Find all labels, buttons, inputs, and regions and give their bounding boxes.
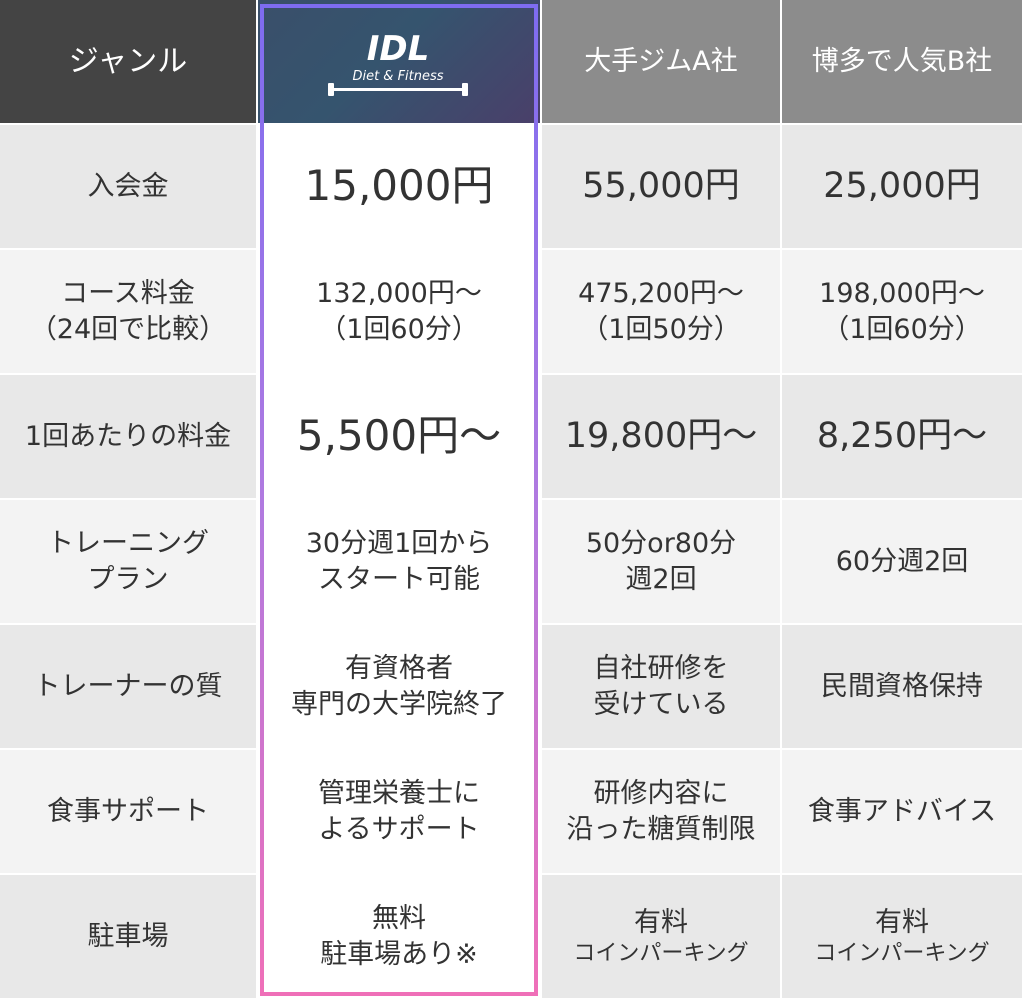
b-training-plan: 60分週2回 — [782, 500, 1024, 625]
dumbbell-weight-right — [462, 83, 468, 96]
row-label-parking: 駐車場 — [0, 875, 258, 1000]
a-per-session: 19,800円～ — [542, 375, 782, 500]
header-genre: ジャンル — [0, 0, 258, 125]
a-entry-fee: 55,000円 — [542, 125, 782, 250]
b-parking: 有料 コインパーキング — [782, 875, 1024, 1000]
b-per-session: 8,250円～ — [782, 375, 1024, 500]
idl-course-fee: 132,000円～ （1回60分） — [258, 250, 542, 375]
a-parking-line2: コインパーキング — [573, 940, 749, 966]
comparison-grid: ジャンル IDL Diet & Fitness 大手ジムA社 博多で人気B社 入… — [0, 0, 1024, 1000]
a-meal-support: 研修内容に 沿った糖質制限 — [542, 750, 782, 875]
row-label-entry-fee: 入会金 — [0, 125, 258, 250]
logo-sub: Diet & Fitness — [352, 69, 443, 84]
a-trainer-quality: 自社研修を 受けている — [542, 625, 782, 750]
b-meal-support: 食事アドバイス — [782, 750, 1024, 875]
b-trainer-quality: 民間資格保持 — [782, 625, 1024, 750]
idl-trainer-quality: 有資格者 専門の大学院終了 — [258, 625, 542, 750]
idl-logo-icon: IDL Diet & Fitness — [328, 29, 468, 96]
a-training-plan: 50分or80分 週2回 — [542, 500, 782, 625]
header-company-b: 博多で人気B社 — [782, 0, 1024, 125]
idl-entry-fee: 15,000円 — [258, 125, 542, 250]
idl-parking: 無料 駐車場あり※ — [258, 875, 542, 1000]
idl-per-session: 5,500円～ — [258, 375, 542, 500]
header-idl-logo: IDL Diet & Fitness — [258, 0, 542, 125]
idl-training-plan: 30分週1回から スタート可能 — [258, 500, 542, 625]
comparison-table: ジャンル IDL Diet & Fitness 大手ジムA社 博多で人気B社 入… — [0, 0, 1024, 1000]
b-entry-fee: 25,000円 — [782, 125, 1024, 250]
a-course-fee: 475,200円～ （1回50分） — [542, 250, 782, 375]
b-course-fee: 198,000円～ （1回60分） — [782, 250, 1024, 375]
row-label-training-plan: トレーニング プラン — [0, 500, 258, 625]
idl-meal-support: 管理栄養士に よるサポート — [258, 750, 542, 875]
a-parking: 有料 コインパーキング — [542, 875, 782, 1000]
row-label-meal-support: 食事サポート — [0, 750, 258, 875]
b-parking-line2: コインパーキング — [814, 940, 990, 966]
dumbbell-bar — [332, 88, 464, 91]
logo-text: IDL — [367, 29, 430, 69]
row-label-per-session: 1回あたりの料金 — [0, 375, 258, 500]
header-company-a: 大手ジムA社 — [542, 0, 782, 125]
a-parking-line1: 有料 — [634, 906, 688, 938]
b-parking-line1: 有料 — [875, 906, 929, 938]
row-label-trainer-quality: トレーナーの質 — [0, 625, 258, 750]
row-label-course-fee: コース料金 （24回で比較） — [0, 250, 258, 375]
dumbbell-weight-left — [328, 83, 334, 96]
